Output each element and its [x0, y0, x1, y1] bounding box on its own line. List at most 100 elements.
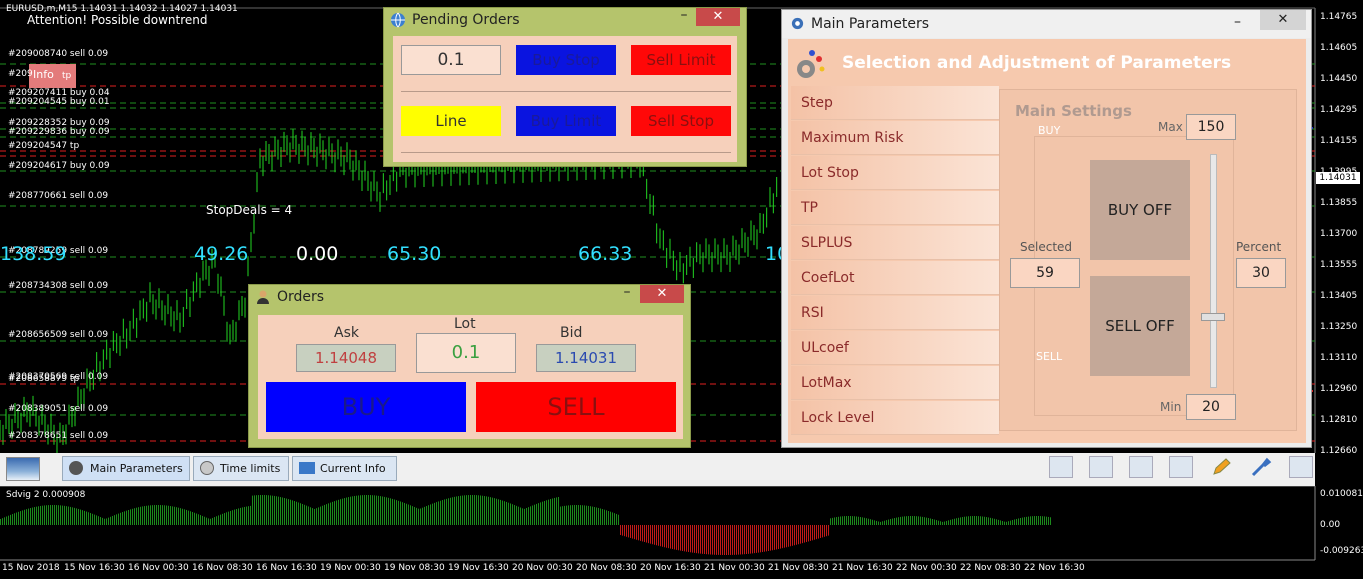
histogram-bar	[898, 517, 899, 525]
settings-icon[interactable]	[1289, 456, 1313, 478]
clock-icon[interactable]	[1169, 456, 1193, 478]
histogram-bar	[250, 505, 251, 525]
close-button[interactable]: ✕	[696, 8, 740, 26]
histogram-bar	[470, 495, 471, 525]
price-axis-label: 1.14605	[1320, 43, 1358, 53]
histogram-bar	[692, 525, 693, 553]
histogram-bar	[302, 504, 303, 525]
histogram-bar	[262, 495, 263, 525]
tab-current-info[interactable]: Current Info	[292, 456, 397, 481]
percent-input[interactable]: 30	[1236, 258, 1286, 288]
histogram-bar	[316, 508, 317, 525]
histogram-bar	[998, 519, 999, 525]
sell-off-button[interactable]: SELL OFF	[1090, 276, 1190, 376]
histogram-bar	[574, 505, 575, 525]
histogram-bar	[142, 506, 143, 525]
minimize-button[interactable]: –	[1234, 14, 1241, 30]
histogram-bar	[882, 521, 883, 525]
histogram-bar	[878, 521, 879, 525]
histogram-bar	[446, 498, 447, 525]
histogram-bar	[560, 506, 561, 525]
histogram-bar	[252, 495, 253, 525]
date-label: 22 Nov 16:30	[1024, 563, 1085, 573]
histogram-bar	[172, 506, 173, 525]
histogram-bar	[962, 517, 963, 525]
tab-time-limits[interactable]: Time limits	[193, 456, 289, 481]
sell-button[interactable]: SELL	[476, 382, 676, 432]
histogram-bar	[766, 525, 767, 552]
histogram-bar	[974, 516, 975, 525]
lot-input[interactable]: 0.1	[401, 45, 501, 75]
histogram-bar	[174, 506, 175, 525]
histogram-bar	[926, 517, 927, 525]
menu-item[interactable]: CoefLot	[791, 261, 999, 295]
pending-orders-titlebar[interactable]: Pending Orders – ✕	[384, 8, 746, 32]
sell-limit-button[interactable]: Sell Limit	[631, 45, 731, 75]
lot-input[interactable]: 0.1	[416, 333, 516, 373]
histogram-bar	[698, 525, 699, 554]
histogram-bar	[406, 503, 407, 525]
buy-stop-button[interactable]: Buy Stop	[516, 45, 616, 75]
menu-item[interactable]: Lot Stop	[791, 156, 999, 190]
orders-titlebar[interactable]: Orders – ✕	[249, 285, 690, 309]
histogram-bar	[384, 496, 385, 525]
main-parameters-titlebar[interactable]: Main Parameters – ✕	[782, 10, 1311, 38]
histogram-bar	[600, 508, 601, 525]
histogram-bar	[954, 518, 955, 525]
histogram-bar	[308, 506, 309, 525]
histogram-bar	[272, 495, 273, 525]
profit-value: 49.26	[194, 243, 249, 265]
histogram-bar	[940, 521, 941, 525]
landscape-icon[interactable]	[6, 457, 40, 481]
close-button[interactable]: ✕	[640, 285, 684, 303]
user-icon[interactable]	[1129, 456, 1153, 478]
deal-label: tp	[62, 71, 72, 81]
minimize-button[interactable]: –	[617, 285, 637, 301]
buy-off-button[interactable]: BUY OFF	[1090, 160, 1190, 260]
tools-icon[interactable]	[1249, 456, 1273, 478]
menu-item[interactable]: TP	[791, 191, 999, 225]
histogram-bar	[1050, 517, 1051, 525]
histogram-bar	[46, 505, 47, 525]
histogram-bar	[880, 521, 881, 525]
histogram-bar	[684, 525, 685, 552]
menu-item[interactable]: ULcoef	[791, 331, 999, 365]
buy-button[interactable]: BUY	[266, 382, 466, 432]
slider-track[interactable]	[1210, 154, 1217, 388]
histogram-bar	[870, 519, 871, 525]
histogram-bar	[380, 496, 381, 525]
menu-item[interactable]: Lock Level	[791, 401, 999, 435]
histogram-bar	[322, 505, 323, 525]
buy-limit-button[interactable]: Buy Limit	[516, 106, 616, 136]
menu-item[interactable]: Step	[791, 86, 999, 120]
menu-item[interactable]: RSI	[791, 296, 999, 330]
histogram-bar	[24, 509, 25, 525]
min-input[interactable]: 20	[1186, 394, 1236, 420]
histogram-bar	[58, 505, 59, 525]
histogram-bar	[632, 525, 633, 539]
histogram-bar	[200, 515, 201, 525]
histogram-bar	[298, 502, 299, 525]
selected-input[interactable]: 59	[1010, 258, 1080, 288]
menu-item[interactable]: Maximum Risk	[791, 121, 999, 155]
histogram-bar	[106, 518, 107, 525]
menu-item[interactable]: LotMax	[791, 366, 999, 400]
max-input[interactable]: 150	[1186, 114, 1236, 140]
tab-main-parameters[interactable]: Main Parameters	[62, 456, 190, 481]
globe-clock-icon[interactable]	[1049, 456, 1073, 478]
menu-item[interactable]: SLPLUS	[791, 226, 999, 260]
minimize-button[interactable]: –	[674, 8, 694, 24]
date-label: 19 Nov 08:30	[384, 563, 445, 573]
date-label: 16 Nov 00:30	[128, 563, 189, 573]
slider-handle[interactable]	[1201, 313, 1225, 321]
close-button[interactable]: ✕	[1260, 10, 1306, 30]
line-button[interactable]: Line	[401, 106, 501, 136]
histogram-bar	[546, 500, 547, 525]
histogram-bar	[598, 507, 599, 525]
histogram-bar	[528, 507, 529, 525]
histogram-bar	[652, 525, 653, 545]
chat-icon[interactable]	[1089, 456, 1113, 478]
sell-stop-button[interactable]: Sell Stop	[631, 106, 731, 136]
pencil-icon[interactable]	[1209, 456, 1233, 478]
histogram-bar	[314, 508, 315, 525]
